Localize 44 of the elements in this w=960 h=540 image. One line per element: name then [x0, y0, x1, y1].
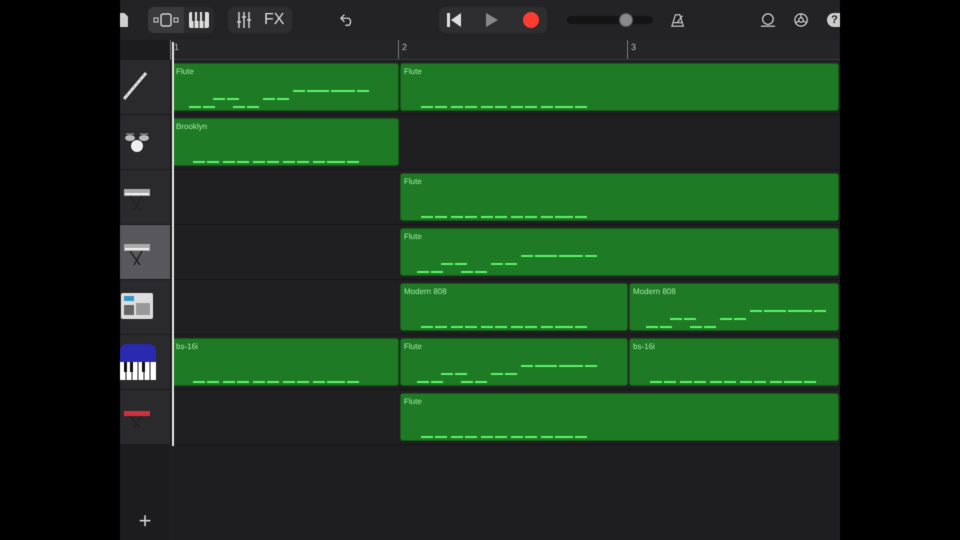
tracks-view-icon: [152, 13, 179, 27]
document-icon[interactable]: [120, 12, 128, 28]
bar-number: 1: [174, 41, 180, 54]
record-icon[interactable]: [522, 12, 538, 28]
add-track-button[interactable]: +: [138, 510, 152, 532]
region-name: Flute: [404, 176, 422, 188]
region-name: Flute: [404, 231, 422, 243]
settings-icon[interactable]: [794, 12, 808, 28]
midi-region[interactable]: Flute: [400, 393, 839, 441]
region-name: Modern 808: [404, 286, 447, 298]
region-name: Flute: [176, 66, 194, 78]
region-name: bs-16i: [633, 341, 655, 353]
midi-region[interactable]: bs-16i: [172, 338, 399, 386]
midi-region[interactable]: Modern 808: [629, 283, 839, 331]
midi-region[interactable]: Flute: [400, 228, 839, 276]
rewind-icon[interactable]: [446, 13, 460, 27]
play-icon[interactable]: [486, 13, 498, 27]
keyboard-view-button[interactable]: [184, 7, 214, 33]
loop-icon[interactable]: [760, 12, 776, 28]
midi-region[interactable]: Flute: [400, 173, 839, 221]
help-button[interactable]: ?: [827, 13, 840, 27]
timeline-ruler[interactable]: 1 2 3: [170, 40, 840, 60]
region-name: Flute: [404, 341, 422, 353]
region-name: bs-16i: [176, 341, 198, 353]
region-name: Modern 808: [633, 286, 676, 298]
region-name: Flute: [404, 66, 422, 78]
region-name: Flute: [404, 396, 422, 408]
bar-number: 2: [402, 41, 408, 54]
volume-thumb[interactable]: [619, 13, 634, 27]
piano-keys-icon: [188, 12, 209, 28]
synth-app-icon: [120, 344, 156, 380]
region-name: Brooklyn: [176, 121, 208, 133]
midi-region[interactable]: Flute: [172, 63, 399, 111]
bar-number: 3: [631, 41, 636, 54]
midi-region[interactable]: bs-16i: [629, 338, 839, 386]
fx-button[interactable]: FX: [264, 8, 284, 32]
midi-region[interactable]: Brooklyn: [172, 118, 399, 166]
tracks-view-button[interactable]: [148, 7, 184, 33]
metronome-icon[interactable]: [670, 12, 684, 28]
midi-region[interactable]: Flute: [400, 63, 839, 111]
mixer-sliders-icon[interactable]: [236, 12, 252, 28]
midi-region[interactable]: Modern 808: [400, 283, 628, 331]
midi-region[interactable]: Flute: [400, 338, 628, 386]
master-volume-slider[interactable]: [566, 13, 653, 27]
